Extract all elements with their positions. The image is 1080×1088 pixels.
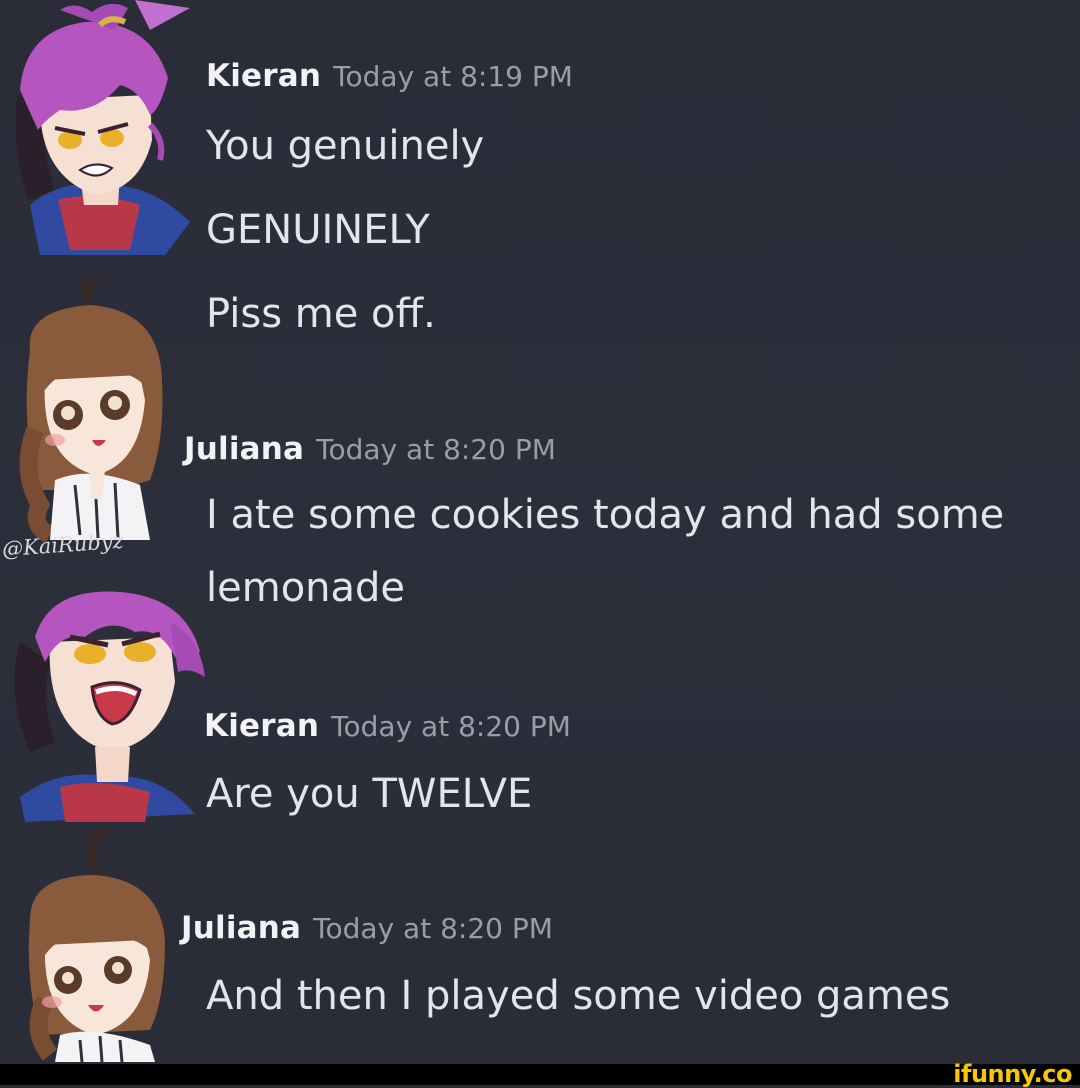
ifunny-logo[interactable]: ifunny.co	[953, 1060, 1072, 1088]
message-header: Juliana Today at 8:20 PM	[184, 434, 556, 465]
avatar-illustration	[15, 0, 190, 255]
timestamp: Today at 8:20 PM	[313, 912, 553, 945]
username[interactable]: Kieran	[204, 708, 319, 744]
kieran-yelling-avatar[interactable]	[0, 582, 215, 827]
message-text: You genuinely	[206, 123, 485, 169]
avatar-illustration	[19, 278, 163, 544]
username[interactable]: Juliana	[184, 431, 304, 467]
username[interactable]: Juliana	[181, 910, 301, 946]
message-text: GENUINELY	[206, 207, 430, 253]
message-header: Kieran Today at 8:19 PM	[206, 61, 573, 92]
message-text: I ate some cookies today and had some	[206, 492, 1005, 538]
timestamp: Today at 8:19 PM	[333, 60, 573, 93]
message-header: Kieran Today at 8:20 PM	[204, 711, 571, 742]
message-header: Juliana Today at 8:20 PM	[181, 913, 553, 944]
message-text: Piss me off.	[206, 291, 436, 337]
username[interactable]: Kieran	[206, 58, 321, 94]
timestamp: Today at 8:20 PM	[316, 433, 556, 466]
avatar-illustration	[14, 591, 205, 822]
timestamp: Today at 8:20 PM	[331, 710, 571, 743]
chat-log: Kieran Today at 8:19 PM You genuinely GEN…	[0, 0, 1080, 1064]
footer-bar: ifunny.co	[0, 1060, 1080, 1088]
message-text: lemonade	[206, 565, 406, 611]
kieran-angry-avatar[interactable]	[0, 0, 200, 262]
message-text: And then I played some video games	[206, 973, 951, 1019]
juliana-smiling-avatar[interactable]	[0, 826, 180, 1063]
juliana-happy-avatar[interactable]	[0, 278, 180, 550]
avatar-illustration	[28, 826, 165, 1063]
message-text: Are you TWELVE	[206, 771, 533, 817]
